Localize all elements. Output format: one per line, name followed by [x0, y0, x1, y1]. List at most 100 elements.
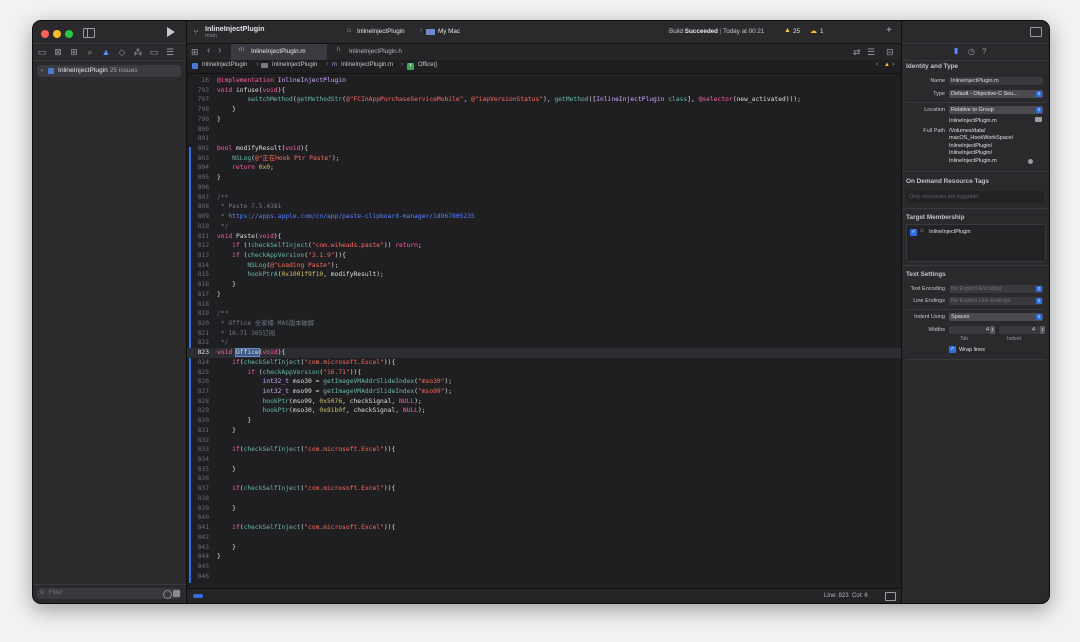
code-line[interactable]: 829 hookPtr(mso30, 0x8ib0f, checkSignal,… [187, 406, 901, 416]
indent-width-stepper[interactable]: ⇕ [1040, 326, 1045, 334]
name-field[interactable]: InlineInjectPlugin.m [949, 77, 1043, 85]
recent-filter-icon[interactable] [163, 590, 172, 599]
code-line[interactable]: 818 [187, 300, 901, 310]
file-inspector-icon[interactable]: ▮ [954, 46, 958, 55]
hierarchy-icon[interactable]: ⊞ [69, 46, 79, 58]
source-control-icon[interactable]: ⊠ [53, 46, 63, 58]
target-checkbox[interactable]: ✓ [910, 229, 917, 236]
code-line[interactable]: 838 [187, 494, 901, 504]
code-line[interactable]: 816 } [187, 280, 901, 290]
code-line[interactable]: 803 NSLog(@"正在Hook Ptr Paste"); [187, 154, 901, 164]
code-line[interactable]: 806 [187, 183, 901, 193]
odr-tags-field[interactable]: Only resources are taggable [906, 191, 1044, 203]
wrap-lines-checkbox[interactable]: ✓ [949, 346, 956, 353]
report-icon[interactable]: ☰ [165, 46, 175, 58]
minimize-window-button[interactable] [53, 30, 61, 38]
indent-using-select[interactable]: Spaces ⇕ [949, 313, 1043, 321]
jumpbar-file[interactable]: InlineInjectPlugin.m [341, 62, 393, 68]
scheme-selector[interactable]: ⌂ InlineInjectPlugin › My Mac [347, 26, 469, 38]
code-line[interactable]: 793 void infuse(void){ [187, 86, 901, 96]
inspector-toggle-icon[interactable] [885, 592, 896, 601]
code-line[interactable]: 828 hookPtr(mso99, 0x5076, checkSignal, … [187, 397, 901, 407]
code-line[interactable]: 16 @implementation InlineInjectPlugin [187, 76, 901, 86]
code-line[interactable]: 830 } [187, 416, 901, 426]
code-line[interactable]: 804 return 0x0; [187, 163, 901, 173]
sidebar-toggle-icon[interactable] [83, 28, 95, 38]
line-endings-select[interactable]: No Explicit Line Endings ⇕ [949, 297, 1043, 305]
code-line[interactable]: 812 if (!checkSelfInject("com.wiheads.pa… [187, 241, 901, 251]
code-line[interactable]: 813 if (checkAppVersion("3.1.9")){ [187, 251, 901, 261]
indent-width-field[interactable]: 4 [999, 326, 1041, 334]
code-line[interactable]: 801 [187, 134, 901, 144]
code-line[interactable]: 842 [187, 533, 901, 543]
code-line[interactable]: 810 */ [187, 222, 901, 232]
issue-warning-icon[interactable]: ▲ [101, 46, 111, 58]
code-line[interactable]: 811 void Paste(void){ [187, 232, 901, 242]
code-line[interactable]: 809 * https://apps.apple.com/cn/app/past… [187, 212, 901, 222]
code-line[interactable]: 845 [187, 562, 901, 572]
folder-icon[interactable]: ▭ [37, 46, 47, 58]
type-select[interactable]: Default - Objective-C Sou... ⇕ [949, 90, 1043, 98]
code-line[interactable]: 832 [187, 436, 901, 446]
split-editor-icon[interactable]: ⊟ [886, 46, 894, 58]
history-inspector-icon[interactable]: ◷ [968, 46, 975, 58]
tab-width-stepper[interactable]: ⇕ [990, 326, 995, 334]
code-line[interactable]: 836 [187, 474, 901, 484]
close-window-button[interactable] [41, 30, 49, 38]
tab-inlineinjectplugin-m[interactable]: m InlineInjectPlugin.m [231, 44, 327, 60]
code-line[interactable]: 833 if(checkSelfInject("com.microsoft.Ex… [187, 445, 901, 455]
code-line[interactable]: 817} [187, 290, 901, 300]
run-button[interactable] [167, 27, 175, 37]
code-line[interactable]: 844} [187, 552, 901, 562]
code-line[interactable]: 819 /** [187, 309, 901, 319]
navigator-item-project[interactable]: › InlineInjectPlugin 25 issues [37, 65, 181, 77]
debug-area-toggle-icon[interactable] [193, 594, 203, 598]
code-line[interactable]: 802 bool modifyResult(void){ [187, 144, 901, 154]
test-icon[interactable]: ◇ [117, 46, 127, 58]
code-line[interactable]: 820 * Office 全家桶 MAS版本破解 [187, 319, 901, 329]
code-line[interactable]: 834 [187, 455, 901, 465]
code-line[interactable]: 843 } [187, 543, 901, 553]
code-line[interactable]: 837 if(checkSelfInject("com.microsoft.Ex… [187, 484, 901, 494]
encoding-select[interactable]: No Explicit Encoding ⇕ [949, 285, 1043, 293]
warnings-count[interactable]: 25 [793, 28, 800, 35]
code-line[interactable]: 797 switchMethod(getMethodStr(@"FCInAppP… [187, 95, 901, 105]
search-icon[interactable]: ⌕ [85, 46, 95, 58]
code-line[interactable]: 827 int32_t mso99 = getImageVMAddrSlideI… [187, 387, 901, 397]
code-line[interactable]: 846 [187, 572, 901, 582]
code-line[interactable]: 831 } [187, 426, 901, 436]
back-icon[interactable]: ‹ [876, 61, 878, 68]
editor-options-icon[interactable]: ☰ [867, 46, 875, 58]
jumpbar-project[interactable]: InlineInjectPlugin [202, 62, 247, 68]
code-line[interactable]: 805} [187, 173, 901, 183]
code-line[interactable]: 825 if (checkAppVersion("16.71")){ [187, 368, 901, 378]
code-line[interactable]: 822 */ [187, 338, 901, 348]
code-editor[interactable]: 16 @implementation InlineInjectPlugin 793 v… [187, 74, 901, 588]
grid-icon[interactable]: ⊞ [191, 46, 199, 58]
code-line[interactable]: 821 * 16.71 365订阅 [187, 329, 901, 339]
debug-icon[interactable]: ⁂ [133, 46, 143, 58]
code-line[interactable]: 835 } [187, 465, 901, 475]
reveal-in-finder-icon[interactable] [1028, 159, 1033, 164]
code-line[interactable]: 799} [187, 115, 901, 125]
code-line[interactable]: 841 if(checkSelfInject("com.microsoft.Ex… [187, 523, 901, 533]
code-line[interactable]: 826 int32_t mso30 = getImageVMAddrSlideI… [187, 377, 901, 387]
tab-inlineinjectplugin-h[interactable]: h InlineInjectPlugin.h [329, 44, 425, 60]
code-line[interactable]: 815 hookPtrA(0x1001f9f10, modifyResult); [187, 270, 901, 280]
runtime-issue-icon[interactable]: ☁ [810, 27, 817, 35]
jumpbar-folder[interactable]: InlineInjectPlugin [272, 62, 317, 68]
add-icon[interactable]: + [886, 25, 892, 36]
code-line[interactable]: 823 void Office(void){ [187, 348, 901, 358]
code-line[interactable]: 814 NSLog(@"Loading Paste"); [187, 261, 901, 271]
back-icon[interactable]: ‹ [207, 45, 210, 57]
code-line[interactable]: 798 } [187, 105, 901, 115]
errors-count[interactable]: 1 [820, 28, 824, 35]
help-inspector-icon[interactable]: ? [982, 46, 986, 58]
issues-filter-icon[interactable] [173, 590, 180, 597]
code-line[interactable]: 800 [187, 125, 901, 135]
code-line[interactable]: 839 } [187, 504, 901, 514]
tab-width-field[interactable]: 4 [949, 326, 995, 334]
zoom-window-button[interactable] [65, 30, 73, 38]
inspector-toggle-icon[interactable] [1030, 27, 1042, 37]
forward-icon[interactable]: › [892, 61, 894, 68]
